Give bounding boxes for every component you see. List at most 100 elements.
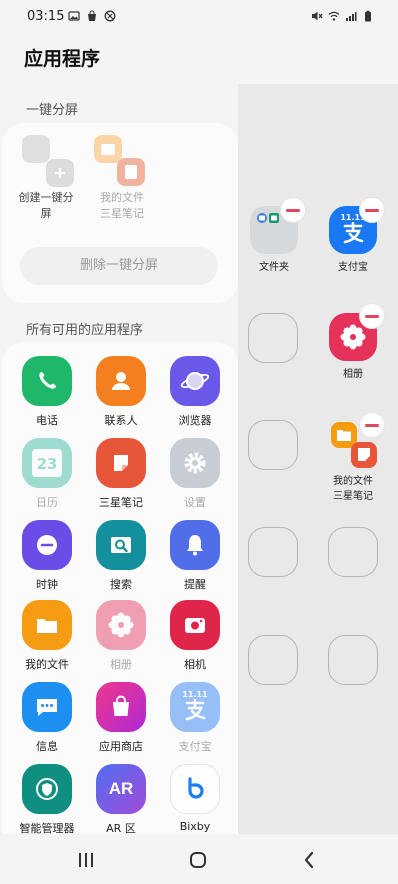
notification-icons xyxy=(68,10,116,22)
app-label: 电话 xyxy=(36,414,58,427)
remove-gallery-button[interactable] xyxy=(359,303,385,329)
app-settings[interactable]: 设置 xyxy=(155,438,235,510)
app-label: 信息 xyxy=(36,740,58,753)
back-button[interactable] xyxy=(297,848,321,872)
mute-icon xyxy=(312,11,323,21)
apps-grid: 电话 联系人 浏览器 23 日历 三星笔记 设置 时钟 搜索 提醒 我的文件 相… xyxy=(2,342,238,836)
app-label: 设置 xyxy=(184,496,206,509)
notes-icon xyxy=(96,438,146,488)
bixby-icon xyxy=(170,764,220,814)
contacts-icon xyxy=(96,356,146,406)
alipay-icon: 11.11 xyxy=(170,682,220,732)
app-label: 浏览器 xyxy=(178,414,212,427)
app-camera[interactable]: 相机 xyxy=(155,600,235,672)
bell-icon xyxy=(170,520,220,570)
empty-slot[interactable] xyxy=(328,527,378,577)
app-label: 搜索 xyxy=(110,578,132,591)
pair-label-2: 三星笔记 xyxy=(333,491,373,502)
calendar-date: 23 xyxy=(32,449,62,477)
app-ar-zone[interactable]: AR AR 区 xyxy=(81,764,161,836)
empty-slot[interactable] xyxy=(248,527,298,577)
app-calendar[interactable]: 23 日历 xyxy=(7,438,87,510)
recent-apps-button[interactable] xyxy=(74,848,98,872)
pair-label-1: 我的文件 xyxy=(100,191,144,204)
app-reminder[interactable]: 提醒 xyxy=(155,520,235,592)
create-split-label: 创建一键分屏 xyxy=(18,191,74,220)
folder-icon xyxy=(22,600,72,650)
status-time: 03:15 xyxy=(27,9,65,24)
plus-icon xyxy=(46,159,74,187)
phone-icon xyxy=(22,356,72,406)
wifi-icon xyxy=(328,11,340,21)
app-label: 时钟 xyxy=(36,578,58,591)
app-browser[interactable]: 浏览器 xyxy=(155,356,235,428)
status-bar: 03:15 xyxy=(0,0,398,34)
app-label: 提醒 xyxy=(184,578,206,591)
empty-slot[interactable] xyxy=(248,420,298,470)
app-device-care[interactable]: 智能管理器 xyxy=(7,764,87,836)
signal-icon xyxy=(346,12,357,21)
app-alipay[interactable]: 11.11 支付宝 xyxy=(155,682,235,754)
apps-section-label: 所有可用的应用程序 xyxy=(26,323,144,338)
app-phone[interactable]: 电话 xyxy=(7,356,87,428)
pair-label-2: 三星笔记 xyxy=(100,207,144,220)
page-title: 应用程序 xyxy=(24,48,101,70)
edge-panel-preview: 文件夹 11.11 支付宝 相册 我的文件 三星笔记 xyxy=(238,84,398,834)
app-galaxy-store[interactable]: 应用商店 xyxy=(81,682,161,754)
edge-alipay-label: 支付宝 xyxy=(338,262,368,273)
battery-icon xyxy=(365,10,371,22)
blocked-icon xyxy=(104,10,116,22)
app-samsung-notes[interactable]: 三星笔记 xyxy=(81,438,161,510)
app-label: 相册 xyxy=(110,658,132,671)
app-clock[interactable]: 时钟 xyxy=(7,520,87,592)
remove-folder-button[interactable] xyxy=(280,197,306,223)
app-gallery[interactable]: 相册 xyxy=(81,600,161,672)
browser-icon xyxy=(170,356,220,406)
clock-icon xyxy=(22,520,72,570)
home-button[interactable] xyxy=(186,848,210,872)
pair-label-1: 我的文件 xyxy=(333,476,373,487)
shopping-bag-icon xyxy=(96,682,146,732)
placeholder-icon xyxy=(22,135,50,163)
edge-gallery-label: 相册 xyxy=(343,369,363,380)
app-label: 日历 xyxy=(36,496,58,509)
remove-split-pair-button[interactable] xyxy=(359,412,385,438)
app-messages[interactable]: 信息 xyxy=(7,682,87,754)
edge-folder-label: 文件夹 xyxy=(259,262,289,273)
shield-icon xyxy=(22,764,72,814)
app-label: 应用商店 xyxy=(99,740,143,753)
create-split-button[interactable]: 创建一键分屏 xyxy=(14,133,78,220)
edge-pair-label: 我的文件 三星笔记 xyxy=(313,474,393,504)
navigation-bar xyxy=(0,834,398,884)
bag-notification-icon xyxy=(88,10,96,21)
ar-badge: AR xyxy=(108,779,134,798)
empty-slot[interactable] xyxy=(328,635,378,685)
app-label: 三星笔记 xyxy=(99,496,143,509)
app-contacts[interactable]: 联系人 xyxy=(81,356,161,428)
app-label: 相机 xyxy=(184,658,206,671)
app-label: Bixby xyxy=(179,820,211,833)
ar-icon: AR xyxy=(96,764,146,814)
app-label: 我的文件 xyxy=(25,658,69,671)
remove-alipay-button[interactable] xyxy=(359,197,385,223)
notes-icon xyxy=(351,442,377,468)
search-icon xyxy=(96,520,146,570)
app-label: 联系人 xyxy=(104,414,138,427)
delete-split-button[interactable]: 删除一键分屏 xyxy=(20,247,218,285)
alipay-badge: 11.11 xyxy=(182,689,208,699)
app-search[interactable]: 搜索 xyxy=(81,520,161,592)
empty-slot[interactable] xyxy=(248,313,298,363)
app-bixby[interactable]: Bixby xyxy=(155,764,235,833)
system-status-icons xyxy=(311,10,374,22)
notes-icon xyxy=(117,158,145,186)
flower-icon xyxy=(96,600,146,650)
empty-slot[interactable] xyxy=(248,635,298,685)
app-my-files[interactable]: 我的文件 xyxy=(7,600,87,672)
message-icon xyxy=(22,682,72,732)
app-label: 支付宝 xyxy=(178,740,212,753)
camera-icon xyxy=(170,600,220,650)
calendar-icon: 23 xyxy=(22,438,72,488)
split-section-label: 一键分屏 xyxy=(26,103,79,118)
split-pair-myfiles-notes[interactable]: 我的文件 三星笔记 xyxy=(90,133,154,227)
gallery-notification-icon xyxy=(68,11,80,21)
